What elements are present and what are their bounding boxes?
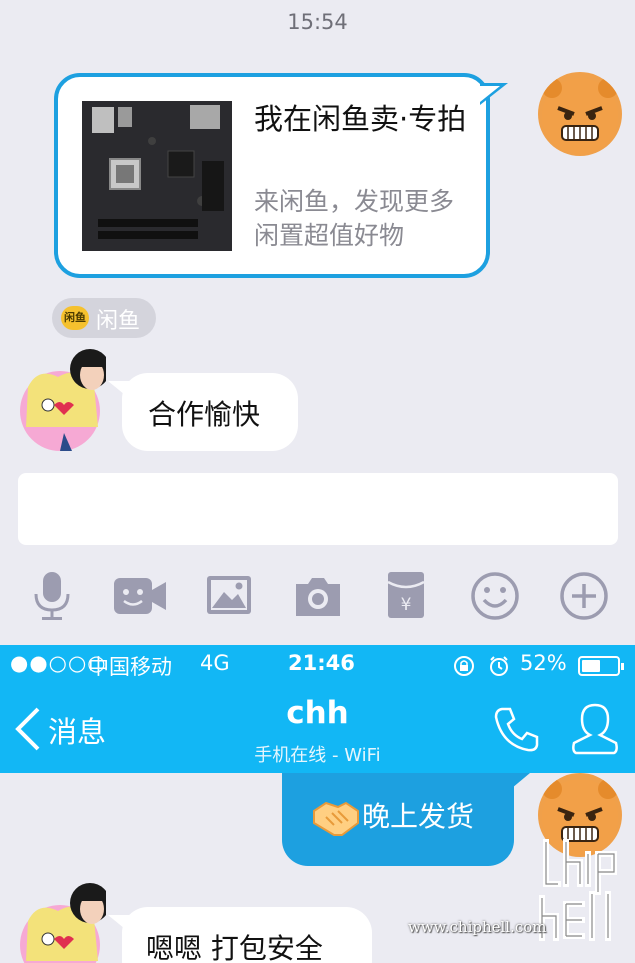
- share-card-title: 我在闲鱼卖·专拍: [254, 102, 467, 136]
- handshake-emoji-icon: [313, 801, 359, 836]
- bubble-tail-inner: [480, 86, 500, 102]
- xianyu-source-chip[interactable]: 闲鱼 闲鱼: [52, 298, 156, 338]
- camera-icon[interactable]: [290, 570, 346, 622]
- plus-icon[interactable]: [556, 570, 612, 622]
- image-icon[interactable]: [202, 570, 258, 622]
- message-text: 晚上发货: [362, 800, 475, 833]
- red-packet-icon[interactable]: ¥: [378, 570, 434, 622]
- rotation-lock-icon: [454, 656, 474, 676]
- source-chip-label: 闲鱼: [96, 309, 141, 334]
- cartoon-girl-avatar-icon: [20, 883, 106, 963]
- emoji-icon[interactable]: [467, 570, 523, 622]
- share-card-description: 来闲鱼，发现更多闲置超值好物: [254, 187, 455, 250]
- network-type: 4G: [200, 651, 230, 675]
- battery-tip: [621, 663, 624, 670]
- message-input[interactable]: [18, 473, 618, 545]
- carrier-name: 中国移动: [88, 655, 172, 679]
- shared-link-card[interactable]: 我在闲鱼卖·专拍 来闲鱼，发现更多闲置超值好物: [54, 73, 508, 278]
- profile-icon[interactable]: [570, 701, 620, 755]
- status-bar: ●●○○○ 中国移动 4G 21:46 52%: [0, 645, 635, 685]
- watermark-url: www.chiphell.com: [408, 918, 547, 936]
- microphone-icon[interactable]: [24, 570, 80, 622]
- message-bubble-left[interactable]: 嗯嗯 打包安全: [108, 907, 372, 963]
- message-timestamp: 15:54: [287, 10, 348, 34]
- bubble-tail: [108, 915, 130, 933]
- my-avatar[interactable]: [538, 72, 622, 156]
- alarm-icon: [490, 656, 508, 676]
- battery-icon: [578, 656, 624, 676]
- message-text: 合作愉快: [148, 398, 261, 431]
- battery-fill: [582, 660, 600, 672]
- video-icon[interactable]: [112, 570, 168, 622]
- top-chat-screen: 15:54 我在闲鱼卖·专拍 来闲鱼，发现更多闲置超值好物 闲鱼 闲鱼 合作愉快…: [0, 0, 635, 645]
- svg-text:¥: ¥: [401, 595, 412, 615]
- motherboard-thumbnail: [82, 101, 232, 251]
- partner-avatar[interactable]: [18, 881, 106, 963]
- bear-face-icon: [542, 78, 618, 154]
- xianyu-app-icon: 闲鱼: [61, 306, 89, 330]
- input-toolbar: ¥: [0, 570, 635, 626]
- message-bubble-right[interactable]: 晚上发货: [282, 773, 530, 866]
- message-text: 嗯嗯 打包安全: [146, 932, 323, 963]
- battery-percent: 52%: [520, 651, 567, 675]
- chat-header: 消息 chh 手机在线 - WiFi: [0, 685, 635, 773]
- bubble-tail: [108, 381, 130, 399]
- message-bubble-left[interactable]: 合作愉快: [108, 373, 298, 451]
- bubble-tail: [506, 773, 530, 793]
- partner-avatar[interactable]: [18, 347, 106, 451]
- clock: 21:46: [288, 651, 355, 675]
- cartoon-girl-avatar-icon: [20, 349, 106, 451]
- phone-icon[interactable]: [492, 705, 540, 753]
